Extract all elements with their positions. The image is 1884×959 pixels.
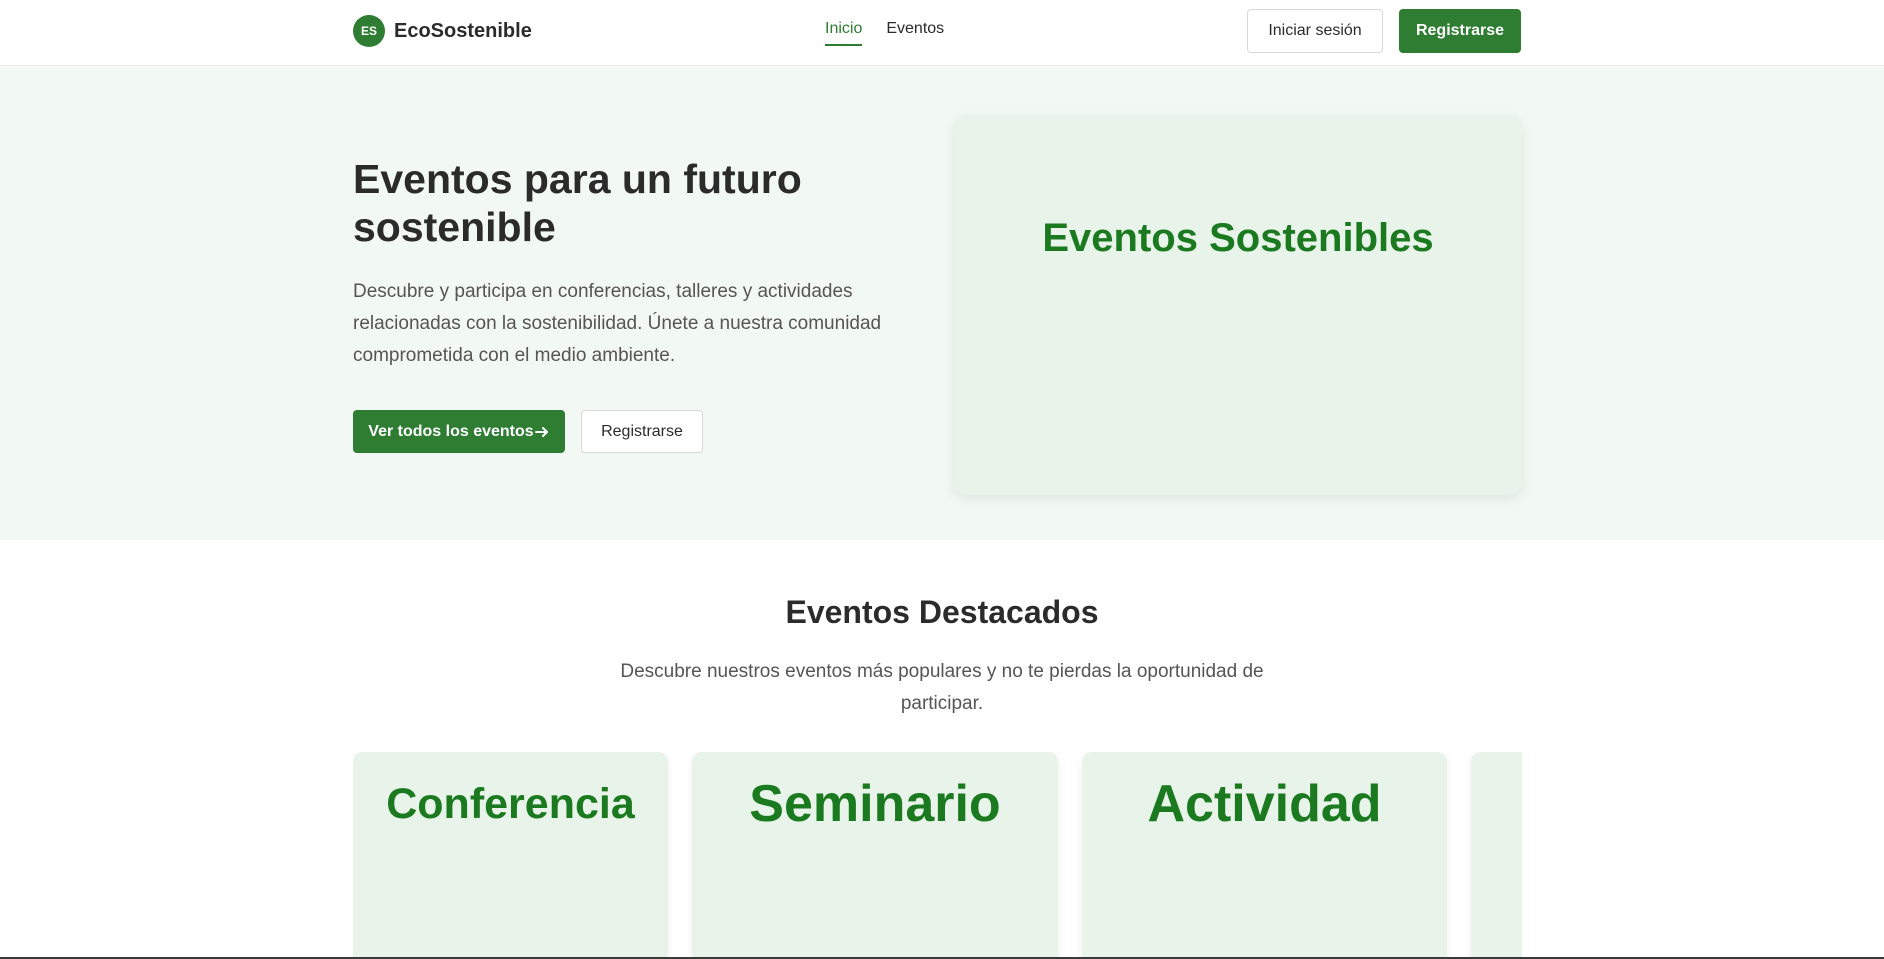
site-header: ES EcoSostenible Inicio Eventos Iniciar … — [0, 0, 1884, 66]
arrow-right-icon — [534, 426, 548, 437]
main-nav: Inicio Eventos — [825, 20, 944, 46]
featured-description: Descubre nuestros eventos más populares … — [620, 661, 1264, 714]
view-all-events-label: Ver todos los eventos — [368, 422, 534, 440]
event-card-label: Conferencia — [386, 779, 635, 828]
event-card-label: Seminario — [749, 775, 1001, 833]
logo-badge: ES — [353, 15, 385, 47]
view-all-events-button[interactable]: Ver todos los eventos — [353, 410, 565, 453]
featured-title: Eventos Destacados — [785, 594, 1099, 630]
nav-link-eventos[interactable]: Eventos — [886, 20, 944, 46]
register-button[interactable]: Registrarse — [1399, 9, 1521, 53]
brand-logo[interactable]: ES EcoSostenible — [353, 15, 532, 47]
hero-title: Eventos para un futuro sostenible — [353, 156, 802, 250]
event-card-actividad[interactable]: Actividad — [1082, 752, 1447, 959]
hero-register-button[interactable]: Registrarse — [581, 410, 703, 453]
event-card-conferencia[interactable]: Conferencia — [353, 752, 668, 959]
nav-link-inicio[interactable]: Inicio — [825, 20, 863, 46]
event-card-partial[interactable] — [1471, 752, 1522, 959]
featured-events-list: Conferencia Seminario Actividad — [353, 752, 1522, 959]
event-card-seminario[interactable]: Seminario — [692, 752, 1058, 959]
login-button[interactable]: Iniciar sesión — [1247, 9, 1383, 53]
hero-description: Descubre y participa en conferencias, ta… — [353, 281, 882, 366]
event-card-label: Actividad — [1147, 775, 1382, 833]
hero-card-text: Eventos Sostenibles — [1042, 215, 1434, 260]
brand-name: EcoSostenible — [394, 19, 532, 42]
hero-section: Eventos para un futuro sostenible Descub… — [0, 67, 1884, 540]
hero-image-card: Eventos Sostenibles — [954, 115, 1522, 495]
